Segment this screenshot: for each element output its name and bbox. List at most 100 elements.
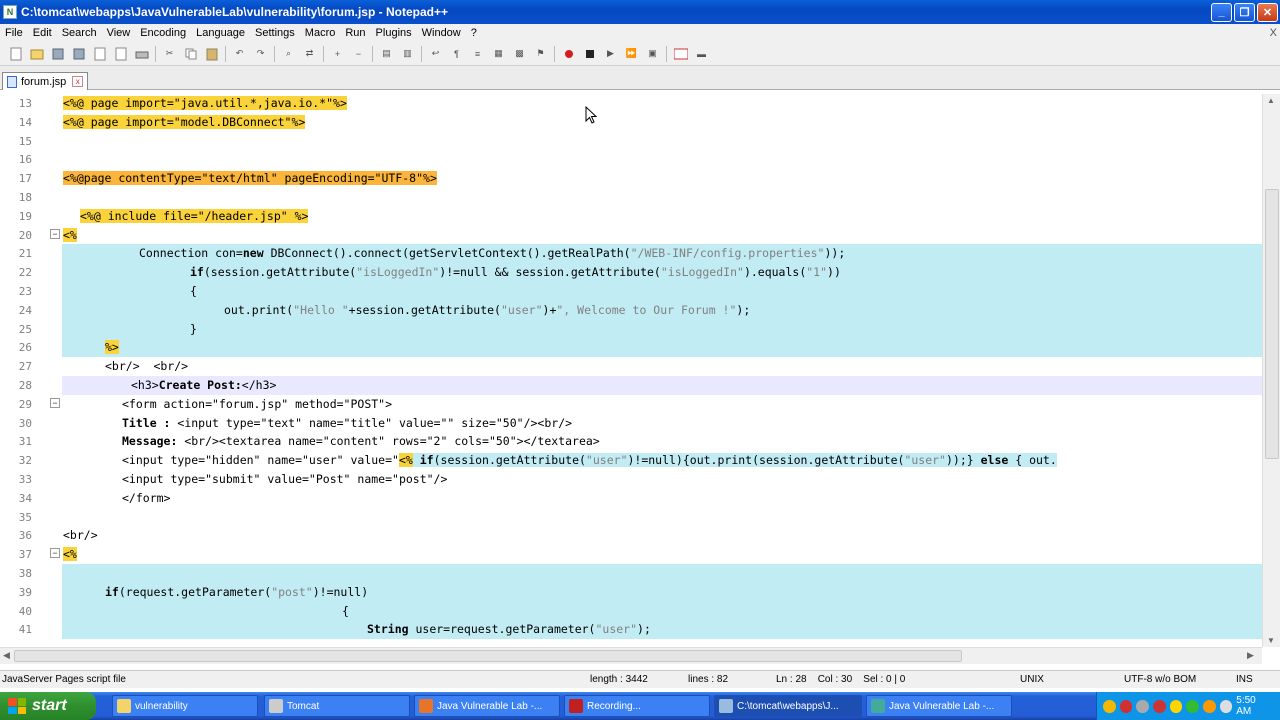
- word-wrap-icon[interactable]: ↩: [428, 46, 444, 62]
- save-icon[interactable]: [50, 46, 66, 62]
- menu-edit[interactable]: Edit: [28, 27, 57, 39]
- copy-icon[interactable]: [183, 46, 199, 62]
- scroll-right-icon[interactable]: ▶: [1247, 650, 1254, 661]
- doc-map-icon[interactable]: ▩: [512, 46, 528, 62]
- code-editor[interactable]: 13 <%@ page import="java.util.*,java.io.…: [0, 94, 1262, 647]
- toolbar-separator: [155, 45, 156, 62]
- taskbar-item-browser[interactable]: Java Vulnerable Lab -...: [414, 695, 560, 717]
- find-icon[interactable]: ⌕: [281, 46, 297, 62]
- horizontal-scrollbar[interactable]: ◀ ▶: [0, 647, 1262, 664]
- menu-language[interactable]: Language: [191, 27, 250, 39]
- taskbar-item-browser-2[interactable]: Java Vulnerable Lab -...: [866, 695, 1012, 717]
- taskbar-item-tomcat[interactable]: Tomcat: [264, 695, 410, 717]
- record-macro-icon[interactable]: [561, 46, 577, 62]
- sun-icon[interactable]: [1202, 699, 1216, 713]
- taskbar-item-notepad[interactable]: C:\tomcat\webapps\J...: [714, 695, 862, 717]
- code-line: 37 − <%: [0, 545, 1262, 564]
- code-line: 32 <input type="hidden" name="user" valu…: [0, 451, 1262, 470]
- fold-toggle-icon[interactable]: −: [50, 397, 60, 408]
- close-document-button[interactable]: X: [1265, 27, 1280, 39]
- code-line: 34 </form>: [0, 489, 1262, 508]
- toolbar-separator: [225, 45, 226, 62]
- menu-macro[interactable]: Macro: [300, 27, 341, 39]
- play-macro-icon[interactable]: ▶: [603, 46, 619, 62]
- save-macro-icon[interactable]: ▣: [645, 46, 661, 62]
- menu-window[interactable]: Window: [417, 27, 466, 39]
- sync-vertical-icon[interactable]: ▤: [379, 46, 395, 62]
- code-line: 31 Message: <br/><textarea name="content…: [0, 432, 1262, 451]
- scroll-left-icon[interactable]: ◀: [3, 650, 10, 661]
- scroll-down-icon[interactable]: ▼: [1267, 636, 1275, 645]
- volume-icon[interactable]: [1219, 699, 1233, 713]
- toolbar-separator: [323, 45, 324, 62]
- plugin-icon[interactable]: ▬: [694, 46, 710, 62]
- start-button[interactable]: start: [0, 692, 96, 720]
- stop-macro-icon[interactable]: [582, 46, 598, 62]
- code-text: <%@ page import="java.util.*,java.io.*"%…: [63, 96, 347, 110]
- fold-toggle-icon[interactable]: −: [50, 228, 60, 239]
- code-line: 21 Connection con=new DBConnect().connec…: [0, 244, 1262, 264]
- antivirus-icon[interactable]: [1119, 699, 1133, 713]
- paste-icon[interactable]: [204, 46, 220, 62]
- zoom-in-icon[interactable]: +: [330, 46, 346, 62]
- menu-settings[interactable]: Settings: [250, 27, 300, 39]
- taskbar: start vulnerability Tomcat Java Vulnerab…: [0, 692, 1280, 720]
- run-macro-multiple-icon[interactable]: ⏩: [624, 46, 640, 62]
- code-line: 18: [0, 188, 1262, 207]
- line-number: 30: [18, 416, 32, 430]
- diamond-icon[interactable]: [1169, 699, 1183, 713]
- tab-close-icon[interactable]: x: [72, 76, 84, 87]
- taskbar-item-recording[interactable]: Recording...: [564, 695, 710, 717]
- cut-icon[interactable]: ✂: [162, 46, 178, 62]
- indent-guide-icon[interactable]: ≡: [470, 46, 486, 62]
- menu-file[interactable]: File: [0, 27, 28, 39]
- user-language-icon[interactable]: ▦: [491, 46, 507, 62]
- menu-search[interactable]: Search: [57, 27, 102, 39]
- update-icon[interactable]: [1186, 699, 1199, 713]
- close-button[interactable]: ✕: [1257, 2, 1278, 22]
- line-number: 20: [18, 228, 32, 242]
- new-file-icon[interactable]: [8, 46, 24, 62]
- security-alert-icon[interactable]: [1152, 699, 1166, 713]
- shield-icon[interactable]: [1103, 699, 1116, 713]
- menu-bar: File Edit Search View Encoding Language …: [0, 24, 1280, 42]
- zoom-out-icon[interactable]: −: [351, 46, 367, 62]
- code-line: 26 %>: [0, 338, 1262, 358]
- redo-icon[interactable]: ↷: [253, 46, 269, 62]
- network-icon[interactable]: [1136, 699, 1149, 713]
- menu-encoding[interactable]: Encoding: [135, 27, 191, 39]
- code-line: 41 String user=request.getParameter("use…: [0, 620, 1262, 640]
- line-number: 39: [18, 585, 32, 599]
- save-all-icon[interactable]: [71, 46, 87, 62]
- menu-plugins[interactable]: Plugins: [371, 27, 417, 39]
- code-text: <%@page contentType="text/html" pageEnco…: [63, 171, 437, 186]
- close-all-icon[interactable]: [113, 46, 129, 62]
- vertical-scroll-thumb[interactable]: [1265, 189, 1279, 459]
- close-file-icon[interactable]: [92, 46, 108, 62]
- sync-horizontal-icon[interactable]: ▥: [400, 46, 416, 62]
- menu-run[interactable]: Run: [340, 27, 370, 39]
- spell-check-icon[interactable]: [673, 46, 689, 62]
- windows-logo-icon: [8, 698, 26, 714]
- taskbar-item-vulnerability[interactable]: vulnerability: [112, 695, 258, 717]
- minimize-button[interactable]: _: [1211, 2, 1232, 22]
- open-file-icon[interactable]: [29, 46, 45, 62]
- tab-forum-jsp[interactable]: forum.jsp x: [2, 72, 89, 90]
- scroll-up-icon[interactable]: ▲: [1267, 96, 1275, 105]
- toolbar-separator: [554, 45, 555, 62]
- menu-help[interactable]: ?: [466, 27, 482, 39]
- code-line: 27 <br/> <br/>: [0, 357, 1262, 376]
- vertical-scrollbar[interactable]: ▲ ▼: [1262, 94, 1280, 647]
- undo-icon[interactable]: ↶: [232, 46, 248, 62]
- replace-icon[interactable]: ⇄: [302, 46, 318, 62]
- horizontal-scroll-thumb[interactable]: [14, 650, 962, 662]
- print-icon[interactable]: [134, 46, 150, 62]
- function-list-icon[interactable]: ⚑: [533, 46, 549, 62]
- line-number: 41: [18, 623, 32, 637]
- menu-view[interactable]: View: [102, 27, 136, 39]
- maximize-button[interactable]: ❐: [1234, 2, 1255, 22]
- line-number: 22: [18, 266, 32, 280]
- show-all-characters-icon[interactable]: ¶: [449, 46, 465, 62]
- fold-toggle-icon[interactable]: −: [50, 548, 60, 559]
- code-line: 17 <%@page contentType="text/html" pageE…: [0, 169, 1262, 188]
